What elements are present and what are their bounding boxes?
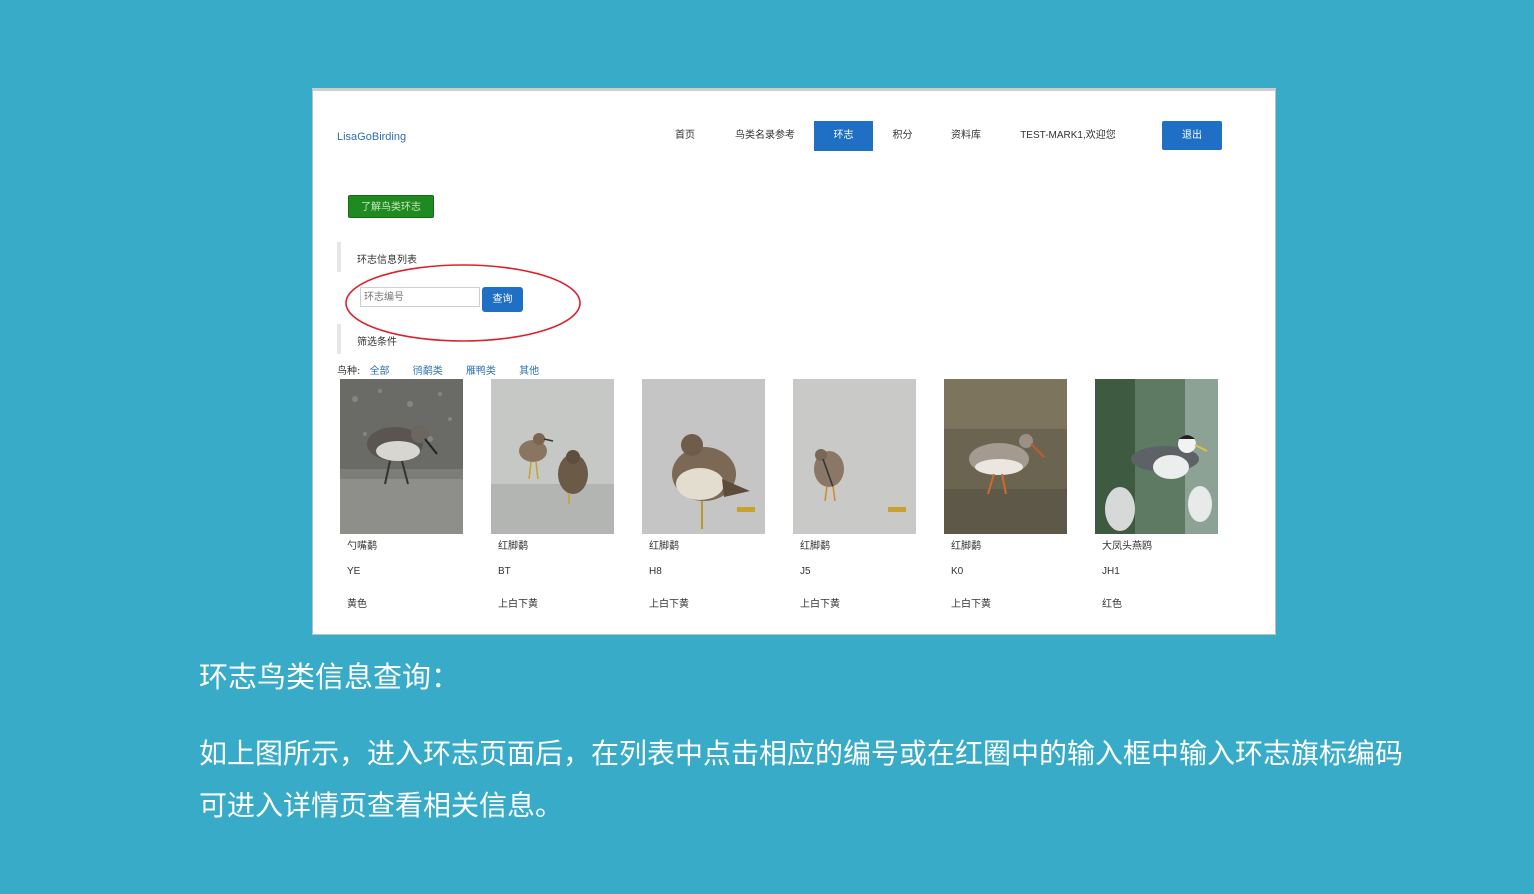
nav-home[interactable]: 首页 xyxy=(665,121,705,151)
filter-title: 筛选条件 xyxy=(357,337,397,348)
filter-option-other[interactable]: 其他 xyxy=(519,366,539,377)
species-filter: 鸟种: 全部 鸻鹬类 雁鸭类 其他 xyxy=(337,362,559,377)
section-bar xyxy=(337,242,341,272)
bird-name: 红脚鹬 xyxy=(649,541,679,552)
learn-banding-button[interactable]: 了解鸟类环志 xyxy=(348,195,434,218)
bird-band-color: 上白下黄 xyxy=(800,599,840,610)
embedded-screenshot: LisaGoBirding 首页 鸟类名录参考 环志 积分 资料库 TEST-M… xyxy=(312,88,1276,635)
bird-name: 大凤头燕鸥 xyxy=(1102,541,1152,552)
bird-band-color: 黄色 xyxy=(347,599,367,610)
bird-name: 红脚鹬 xyxy=(800,541,830,552)
bird-band-code[interactable]: K0 xyxy=(951,566,963,577)
bird-card[interactable]: 红脚鹬 BT 上白下黄 xyxy=(491,379,614,610)
caption-title: 环志鸟类信息查询： xyxy=(199,660,461,694)
bird-card[interactable]: 勺嘴鹬 YE 黄色 xyxy=(340,379,463,610)
site-brand[interactable]: LisaGoBirding xyxy=(337,131,406,143)
filter-label: 鸟种: xyxy=(337,366,361,377)
bird-card[interactable]: 红脚鹬 H8 上白下黄 xyxy=(642,379,765,610)
logout-button[interactable]: 退出 xyxy=(1162,121,1222,150)
bird-band-color: 上白下黄 xyxy=(649,599,689,610)
bird-band-code[interactable]: YE xyxy=(347,566,360,577)
bird-band-color: 红色 xyxy=(1102,599,1122,610)
filter-option-waterfowl[interactable]: 雁鸭类 xyxy=(466,366,496,377)
filter-option-shorebirds[interactable]: 鸻鹬类 xyxy=(413,366,443,377)
bird-band-code[interactable]: BT xyxy=(498,566,511,577)
caption-body: 如上图所示，进入环志页面后，在列表中点击相应的编号或在红圈中的输入框中输入环志旗… xyxy=(199,737,1404,822)
bird-photo[interactable] xyxy=(1095,379,1218,534)
bird-photo[interactable] xyxy=(491,379,614,534)
nav-points[interactable]: 积分 xyxy=(885,121,920,151)
bird-band-color: 上白下黄 xyxy=(498,599,538,610)
nav-library[interactable]: 资料库 xyxy=(945,121,987,151)
bird-card[interactable]: 红脚鹬 K0 上白下黄 xyxy=(944,379,1067,610)
bird-card[interactable]: 大凤头燕鸥 JH1 红色 xyxy=(1095,379,1218,610)
bird-name: 红脚鹬 xyxy=(951,541,981,552)
section-bar xyxy=(337,324,341,354)
bird-photo[interactable] xyxy=(944,379,1067,534)
bird-photo[interactable] xyxy=(793,379,916,534)
bird-band-code[interactable]: JH1 xyxy=(1102,566,1120,577)
bird-name: 勺嘴鹬 xyxy=(347,541,377,552)
bird-band-color: 上白下黄 xyxy=(951,599,991,610)
nav-bird-list[interactable]: 鸟类名录参考 xyxy=(725,121,805,151)
bird-band-code[interactable]: J5 xyxy=(800,566,811,577)
bird-photo[interactable] xyxy=(642,379,765,534)
bird-name: 红脚鹬 xyxy=(498,541,528,552)
filter-option-all[interactable]: 全部 xyxy=(370,366,390,377)
bird-card[interactable]: 红脚鹬 J5 上白下黄 xyxy=(793,379,916,610)
nav-user-welcome[interactable]: TEST-MARK1,欢迎您 xyxy=(1013,121,1123,151)
bird-photo[interactable] xyxy=(340,379,463,534)
bird-band-code[interactable]: H8 xyxy=(649,566,662,577)
nav-banding[interactable]: 环志 xyxy=(814,121,873,151)
